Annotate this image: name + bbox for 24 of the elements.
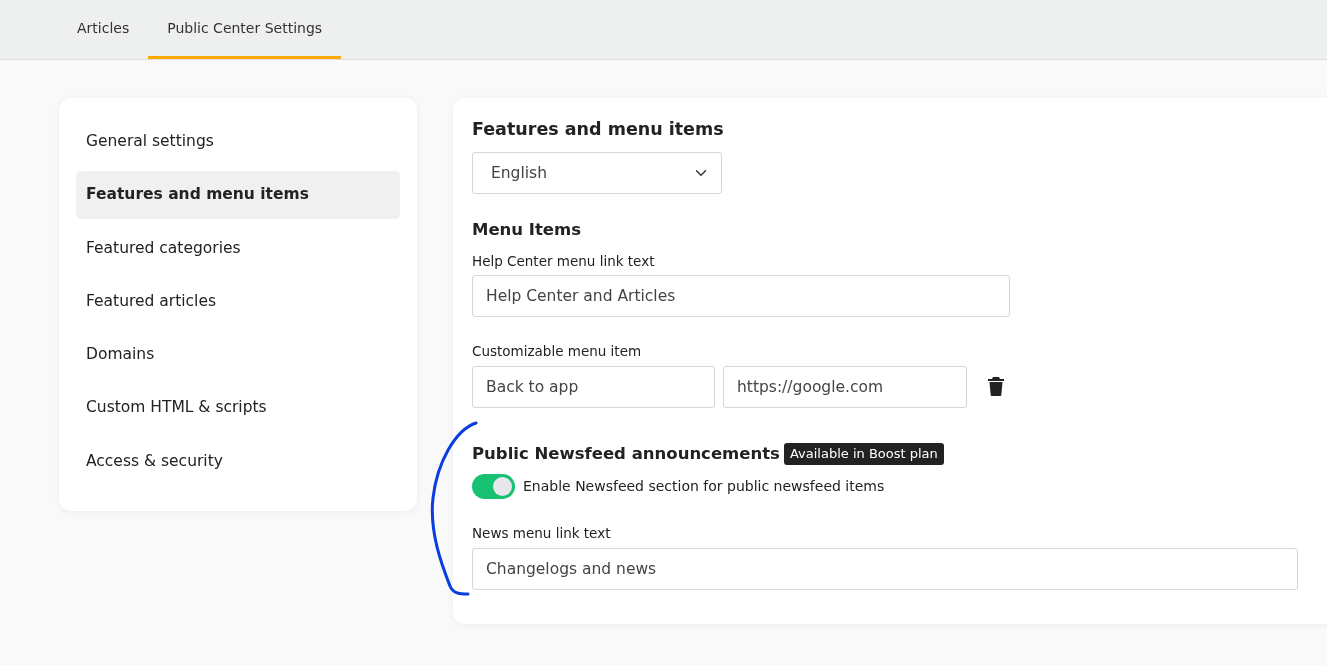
field-label: News menu link text: [472, 524, 612, 544]
sidebar-item[interactable]: Domains: [76, 331, 400, 379]
tab[interactable]: Articles: [58, 0, 149, 59]
text-field[interactable]: Changelogs and news: [472, 547, 1298, 590]
section-heading: Public Newsfeed announcements: [472, 442, 780, 465]
sidebar-item[interactable]: General settings: [76, 118, 400, 166]
plan-badge: Available in Boost plan: [783, 443, 944, 465]
sidebar-item[interactable]: Custom HTML & scripts: [76, 384, 400, 432]
trash-icon[interactable]: [988, 377, 1004, 396]
text-field[interactable]: Help Center and Articles: [472, 275, 1010, 318]
sidebar-item[interactable]: Featured categories: [76, 224, 400, 272]
sidebar-item[interactable]: Features and menu items: [76, 171, 400, 219]
panel-title: Features and menu items: [472, 118, 725, 141]
tab[interactable]: Public Center Settings: [148, 0, 342, 59]
language-select[interactable]: English: [472, 152, 722, 195]
sidebar-item[interactable]: Featured articles: [76, 277, 400, 325]
toggle-switch[interactable]: [472, 474, 515, 500]
field-label: Help Center menu link text: [472, 252, 656, 271]
text-field[interactable]: https://google.com: [723, 365, 967, 408]
text-field[interactable]: Back to app: [472, 365, 715, 408]
section-heading: Menu Items: [472, 219, 583, 242]
sidebar-item[interactable]: Access & security: [76, 437, 400, 485]
field-label: Customizable menu item: [472, 342, 643, 362]
toggle-label: Enable Newsfeed section for public newsfeed items: [523, 477, 885, 497]
